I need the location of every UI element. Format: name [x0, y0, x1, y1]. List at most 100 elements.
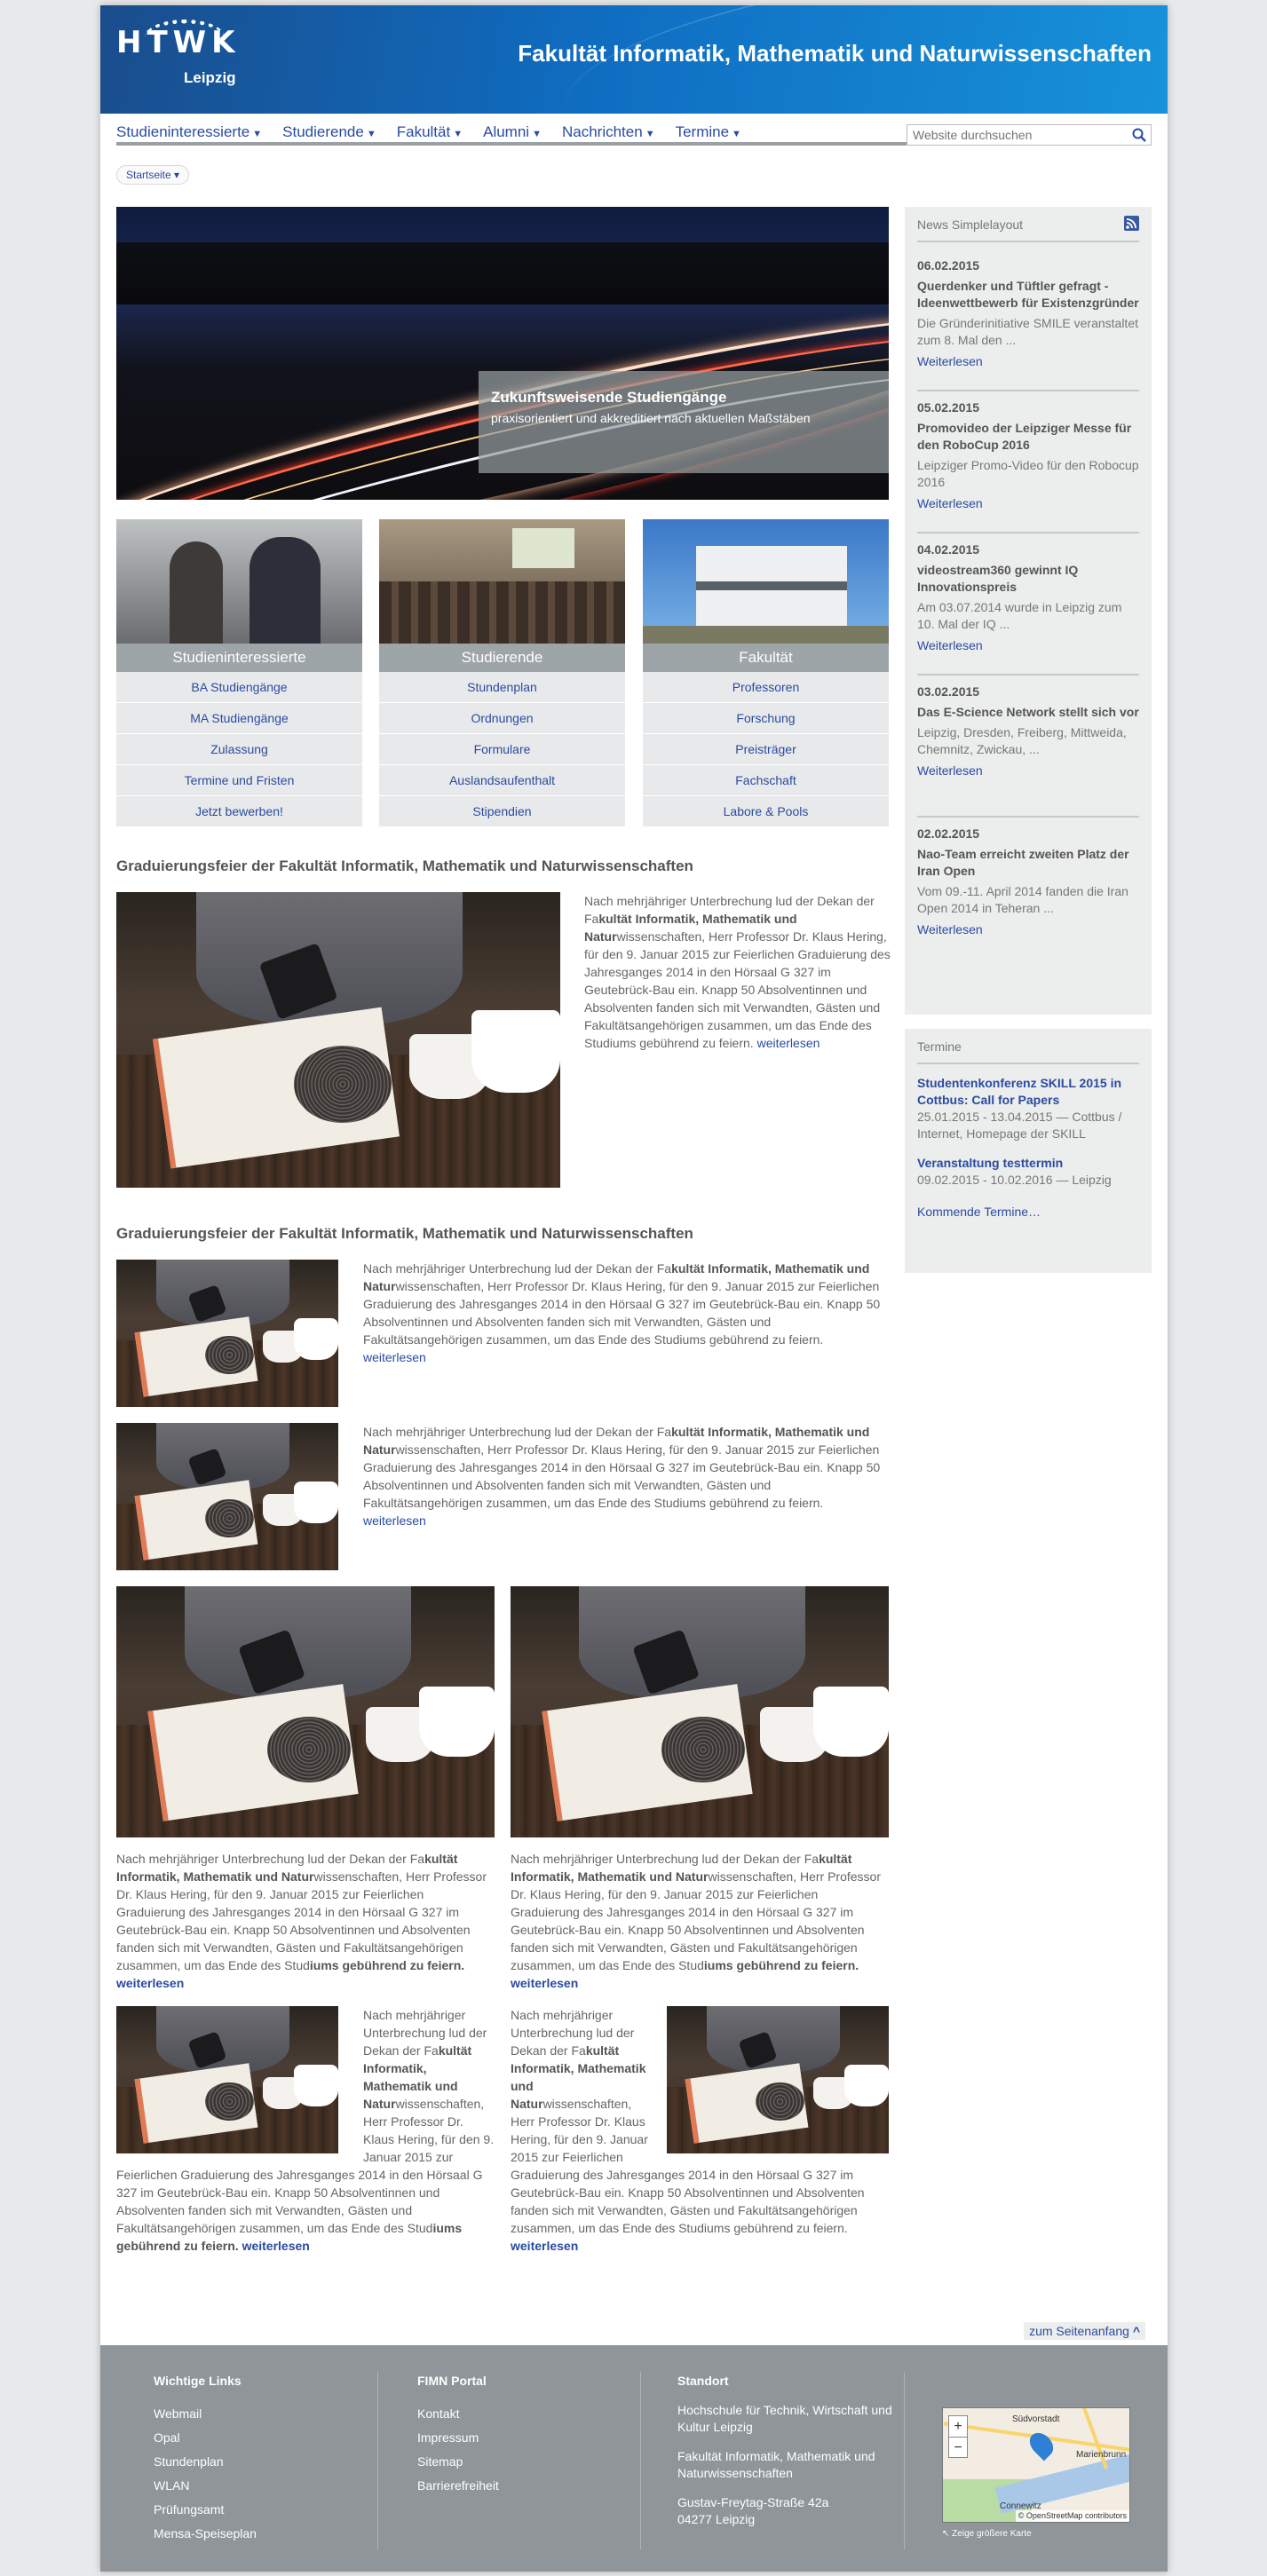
news-headline[interactable]: videostream360 gewinnt IQ Innovationspre…: [917, 562, 1139, 596]
news-read-more[interactable]: Weiterlesen: [917, 921, 1139, 938]
news-headline[interactable]: Promovideo der Leipziger Messe für den R…: [917, 420, 1139, 454]
footer-links: Wichtige Links Webmail Opal Stundenplan …: [154, 2372, 257, 2546]
nav-item-termine[interactable]: Termine ▼: [676, 115, 741, 151]
news-headline[interactable]: Querdenker und Tüftler gefragt - Ideenwe…: [917, 278, 1139, 312]
article-thumbnail[interactable]: [116, 2006, 338, 2153]
photo-sweater: [578, 1586, 806, 1700]
nav-label: Termine: [675, 123, 730, 140]
footer-link[interactable]: Mensa-Speiseplan: [154, 2522, 257, 2546]
logo-arc: [145, 20, 225, 55]
article-thumbnail[interactable]: [667, 2006, 889, 2153]
photo-cup: [294, 1318, 338, 1360]
tile-link[interactable]: Zulassung: [116, 734, 362, 765]
tile-link[interactable]: Fachschaft: [643, 765, 889, 796]
zoom-in-icon[interactable]: +: [949, 2416, 967, 2437]
zoom-out-icon[interactable]: −: [949, 2437, 967, 2458]
chevron-down-icon: ▼: [645, 129, 655, 139]
news-headline[interactable]: Das E-Science Network stellt sich vor: [917, 704, 1139, 721]
tile-link[interactable]: Jetzt bewerben!: [116, 796, 362, 827]
event-title[interactable]: Veranstaltung testtermin: [917, 1155, 1139, 1172]
read-more-link[interactable]: weiterlesen: [242, 2239, 310, 2253]
news-headline[interactable]: Nao-Team erreicht zweiten Platz der Iran…: [917, 846, 1139, 880]
news-read-more[interactable]: Weiterlesen: [917, 494, 1139, 512]
read-more-link[interactable]: weiterlesen: [757, 1036, 820, 1050]
news-read-more[interactable]: Weiterlesen: [917, 636, 1139, 654]
map-attribution[interactable]: © OpenStreetMap contributors: [1015, 2509, 1129, 2522]
article-thumbnail[interactable]: [116, 1260, 338, 1407]
read-more-link[interactable]: weiterlesen: [511, 2239, 578, 2253]
nav-item-alumni[interactable]: Alumni ▼: [483, 115, 542, 151]
tile-label[interactable]: Studierende: [379, 644, 625, 672]
main-nav: Studieninteressierte ▼ Studierende ▼ Fakul…: [116, 115, 1152, 146]
footer-link[interactable]: Stundenplan: [154, 2450, 257, 2474]
read-more-link[interactable]: weiterlesen: [363, 1350, 426, 1364]
news-item: 05.02.2015 Promovideo der Leipziger Mess…: [917, 391, 1139, 533]
footer-link[interactable]: Webmail: [154, 2402, 257, 2426]
footer-link[interactable]: Barrierefreiheit: [417, 2474, 499, 2498]
tile-link[interactable]: Stipendien: [379, 796, 625, 827]
search-input[interactable]: [907, 125, 1121, 145]
tile-link[interactable]: Formulare: [379, 734, 625, 765]
tile-link[interactable]: Labore & Pools: [643, 796, 889, 827]
article-text-bold: iums gebührend zu feiern.: [309, 1958, 465, 1972]
footer-link[interactable]: Prüfungsamt: [154, 2498, 257, 2522]
map-zoom-control[interactable]: + −: [948, 2415, 968, 2458]
tile-label[interactable]: Studieninteressierte: [116, 644, 362, 672]
footer-link[interactable]: Opal: [154, 2426, 257, 2450]
event-title[interactable]: Studentenkonferenz SKILL 2015 in Cottbus…: [917, 1075, 1139, 1109]
article-text-bold: iums gebührend zu feiern.: [703, 1958, 859, 1972]
article-image[interactable]: [116, 1586, 495, 1837]
tile-image-building[interactable]: [643, 519, 889, 644]
tile-image-students[interactable]: [116, 519, 362, 644]
footer-link[interactable]: Kontakt: [417, 2402, 499, 2426]
news-date: 06.02.2015: [917, 258, 980, 273]
htwk-logo[interactable]: HTWK Leipzig: [116, 20, 241, 94]
nav-item-studieninteressierte[interactable]: Studieninteressierte ▼: [116, 115, 262, 151]
hero-slider[interactable]: Zukunftsweisende Studiengänge praxisorie…: [116, 207, 889, 500]
article-thumbnail[interactable]: [116, 1423, 338, 1570]
read-more-link[interactable]: weiterlesen: [363, 1513, 426, 1528]
nav-label: Alumni: [483, 123, 530, 140]
search-box: [907, 124, 1152, 146]
tile-link[interactable]: Forschung: [643, 703, 889, 734]
tile-link[interactable]: Ordnungen: [379, 703, 625, 734]
news-read-more[interactable]: Weiterlesen: [917, 762, 1139, 779]
read-more-link[interactable]: weiterlesen: [511, 1976, 578, 1990]
tile-link[interactable]: Preisträger: [643, 734, 889, 765]
tile-link[interactable]: BA Studiengänge: [116, 672, 362, 703]
article-text: wissenschaften, Herr Professor Dr. Klaus…: [511, 1869, 881, 1972]
article-image[interactable]: [116, 892, 560, 1188]
rss-icon[interactable]: [1124, 216, 1139, 231]
tile-link[interactable]: Termine und Fristen: [116, 765, 362, 796]
back-to-top-label: zum Seitenanfang: [1029, 2324, 1129, 2338]
breadcrumb[interactable]: Startseite ▾: [116, 165, 190, 185]
tile-link[interactable]: Professoren: [643, 672, 889, 703]
tile-link[interactable]: Auslandsaufenthalt: [379, 765, 625, 796]
more-events-link[interactable]: Kommende Termine…: [917, 1203, 1139, 1221]
tile-link[interactable]: MA Studiengänge: [116, 703, 362, 734]
tile-label[interactable]: Fakultät: [643, 644, 889, 672]
larger-map-link[interactable]: ↖ Zeige größere Karte: [942, 2528, 1032, 2541]
location-map[interactable]: Südvorstadt Marienbrunn Connewitz + − © O…: [942, 2407, 1130, 2523]
news-item: 03.02.2015 Das E-Science Network stellt …: [917, 676, 1139, 818]
article-image[interactable]: [511, 1586, 889, 1837]
news-read-more[interactable]: Weiterlesen: [917, 352, 1139, 370]
nav-item-nachrichten[interactable]: Nachrichten ▼: [562, 115, 655, 151]
back-to-top-link[interactable]: zum Seitenanfang ^: [1024, 2322, 1145, 2341]
article-body: Nach mehrjähriger Unterbrechung lud der …: [116, 1850, 495, 1992]
read-more-link[interactable]: weiterlesen: [116, 1976, 184, 1990]
footer-link[interactable]: WLAN: [154, 2474, 257, 2498]
search-icon[interactable]: [1131, 127, 1147, 143]
news-teaser: Leipziger Promo-Video für den Robocup 20…: [917, 458, 1139, 490]
footer-divider: [377, 2372, 378, 2549]
photo-record: [294, 1046, 392, 1123]
footer-link[interactable]: Sitemap: [417, 2450, 499, 2474]
nav-item-fakultaet[interactable]: Fakultät ▼: [397, 115, 463, 151]
tile-link[interactable]: Stundenplan: [379, 672, 625, 703]
news-teaser: Die Gründerinitiative SMILE veranstaltet…: [917, 316, 1138, 348]
footer-link[interactable]: Impressum: [417, 2426, 499, 2450]
nav-item-studierende[interactable]: Studierende ▼: [282, 115, 376, 151]
tile-image-lecture[interactable]: [379, 519, 625, 644]
article-body: Nach mehrjähriger Unterbrechung lud der …: [363, 1423, 889, 1529]
event-item: Veranstaltung testtermin 09.02.2015 - 10…: [917, 1155, 1139, 1189]
